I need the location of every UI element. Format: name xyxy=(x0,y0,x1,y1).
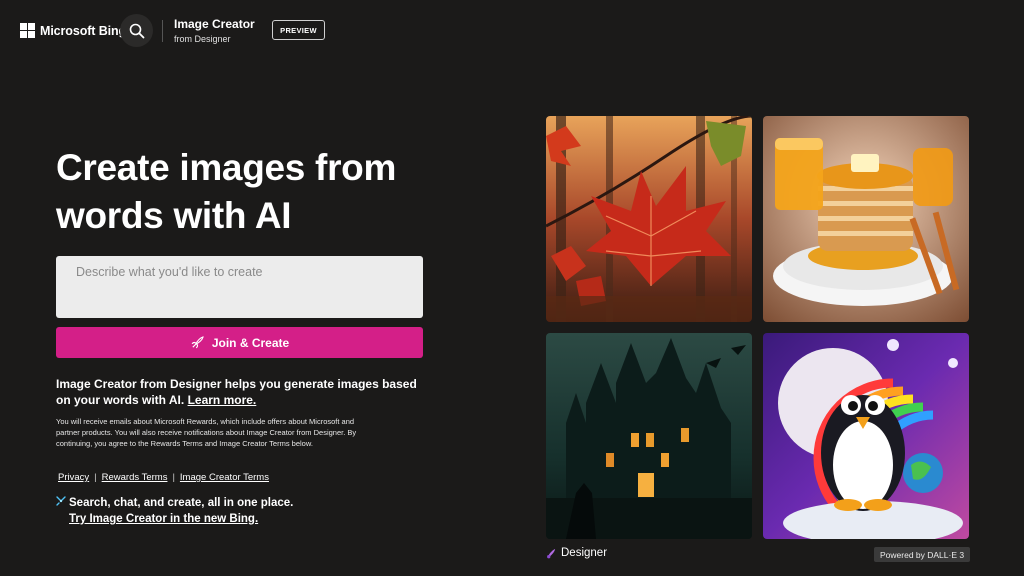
description: Image Creator from Designer helps you ge… xyxy=(56,377,426,408)
fine-print: You will receive emails about Microsoft … xyxy=(56,417,357,448)
search-button[interactable] xyxy=(120,14,153,47)
create-icon xyxy=(191,336,204,349)
privacy-link[interactable]: Privacy xyxy=(58,472,89,483)
logo-text: Microsoft Bing xyxy=(40,23,127,38)
gallery-image-pancakes[interactable] xyxy=(763,116,969,322)
promo-text: Search, chat, and create, all in one pla… xyxy=(69,497,294,509)
prompt-input[interactable] xyxy=(56,256,423,318)
link-separator: | xyxy=(172,472,175,483)
bing-sparkle-icon xyxy=(56,496,66,506)
search-icon xyxy=(129,23,144,38)
try-new-bing-link[interactable]: Try Image Creator in the new Bing. xyxy=(69,513,258,525)
designer-brand[interactable]: Designer xyxy=(546,547,607,559)
rewards-terms-link[interactable]: Rewards Terms xyxy=(102,472,168,483)
microsoft-logo-icon xyxy=(20,23,35,38)
link-separator: | xyxy=(94,472,97,483)
learn-more-link[interactable]: Learn more. xyxy=(188,393,257,407)
page-title: Create images from words with AI xyxy=(56,147,397,236)
legal-links: Privacy | Rewards Terms | Image Creator … xyxy=(58,472,269,483)
designer-brand-label: Designer xyxy=(561,547,608,559)
app-title[interactable]: Image Creator xyxy=(174,17,255,31)
app-subtitle: from Designer xyxy=(174,34,231,44)
header-divider xyxy=(162,20,163,42)
microsoft-bing-logo[interactable]: Microsoft Bing xyxy=(20,23,126,38)
powered-by-badge: Powered by DALL·E 3 xyxy=(874,547,971,562)
image-creator-terms-link[interactable]: Image Creator Terms xyxy=(180,472,269,483)
designer-logo-icon xyxy=(547,548,556,558)
gallery-image-autumn-leaf[interactable] xyxy=(546,116,752,322)
top-bar: Microsoft Bing Image Creator from Design… xyxy=(0,0,1024,62)
preview-badge: PREVIEW xyxy=(272,20,325,40)
join-create-label: Join & Create xyxy=(211,335,290,350)
gallery-image-penguin[interactable] xyxy=(763,333,969,539)
join-create-button[interactable]: Join & Create xyxy=(56,327,423,358)
gallery-image-gothic-castle[interactable] xyxy=(546,333,752,539)
